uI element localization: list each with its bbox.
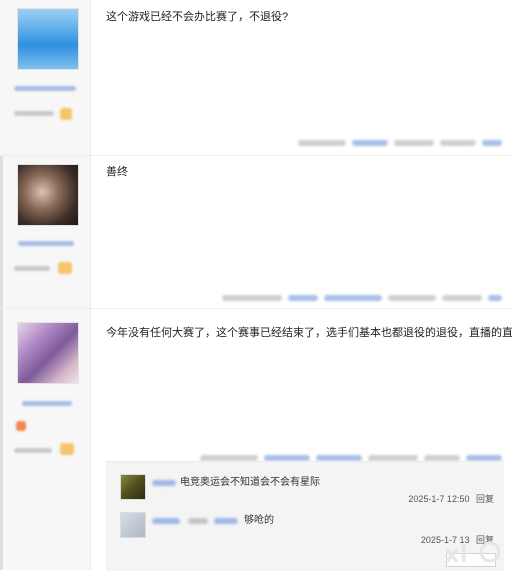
author-name[interactable] [14, 86, 76, 91]
post-content: 善终 [106, 166, 128, 178]
sub-reply-author[interactable] [152, 480, 176, 486]
post-tail [216, 289, 502, 301]
level-icon [58, 262, 72, 274]
sub-reply-author[interactable] [152, 518, 180, 524]
author-name[interactable] [18, 241, 74, 246]
sub-reply-text: 够呛的 [244, 515, 274, 526]
watermark-logo: xl [444, 540, 501, 566]
author-name[interactable] [22, 401, 72, 406]
avatar[interactable] [17, 322, 79, 384]
avatar[interactable] [120, 474, 146, 500]
post-tail [194, 449, 502, 461]
member-icon [16, 421, 26, 431]
level-icon [60, 108, 72, 120]
sub-reply-text: 电竞奥运会不知道会不会有星际 [180, 477, 320, 488]
reply-target[interactable] [188, 518, 208, 524]
level-badge [14, 266, 50, 271]
sub-reply-1: 电竞奥运会不知道会不会有星际 2025-1-7 12:50 回复 [106, 472, 504, 508]
side-accent [0, 309, 3, 570]
level-badge [14, 111, 54, 116]
level-badge [14, 448, 52, 453]
post-2-author-panel [0, 156, 91, 308]
reply-target-name[interactable] [214, 518, 238, 524]
sub-reply-meta: 2025-1-7 12:50 回复 [408, 492, 494, 505]
svg-text:xl: xl [444, 540, 468, 566]
post-3-author-panel [0, 309, 91, 570]
post-1-author-panel [0, 0, 91, 155]
avatar[interactable] [120, 512, 146, 538]
post-content: 今年没有任何大赛了，这个赛事已经结束了，选手们基本也都退役的退役，直播的直播吧 [106, 327, 512, 339]
avatar[interactable] [17, 164, 79, 226]
post-content: 这个游戏已经不会办比赛了，不退役? [106, 11, 289, 23]
sub-reply-time: 2025-1-7 12:50 [408, 494, 470, 504]
reply-link[interactable]: 回复 [476, 494, 494, 504]
post-tail [292, 134, 502, 146]
post-1: 这个游戏已经不会办比赛了，不退役? [0, 0, 512, 156]
level-icon [60, 443, 74, 455]
side-accent [0, 156, 3, 308]
post-2: 善终 [0, 156, 512, 309]
avatar[interactable] [17, 8, 79, 70]
